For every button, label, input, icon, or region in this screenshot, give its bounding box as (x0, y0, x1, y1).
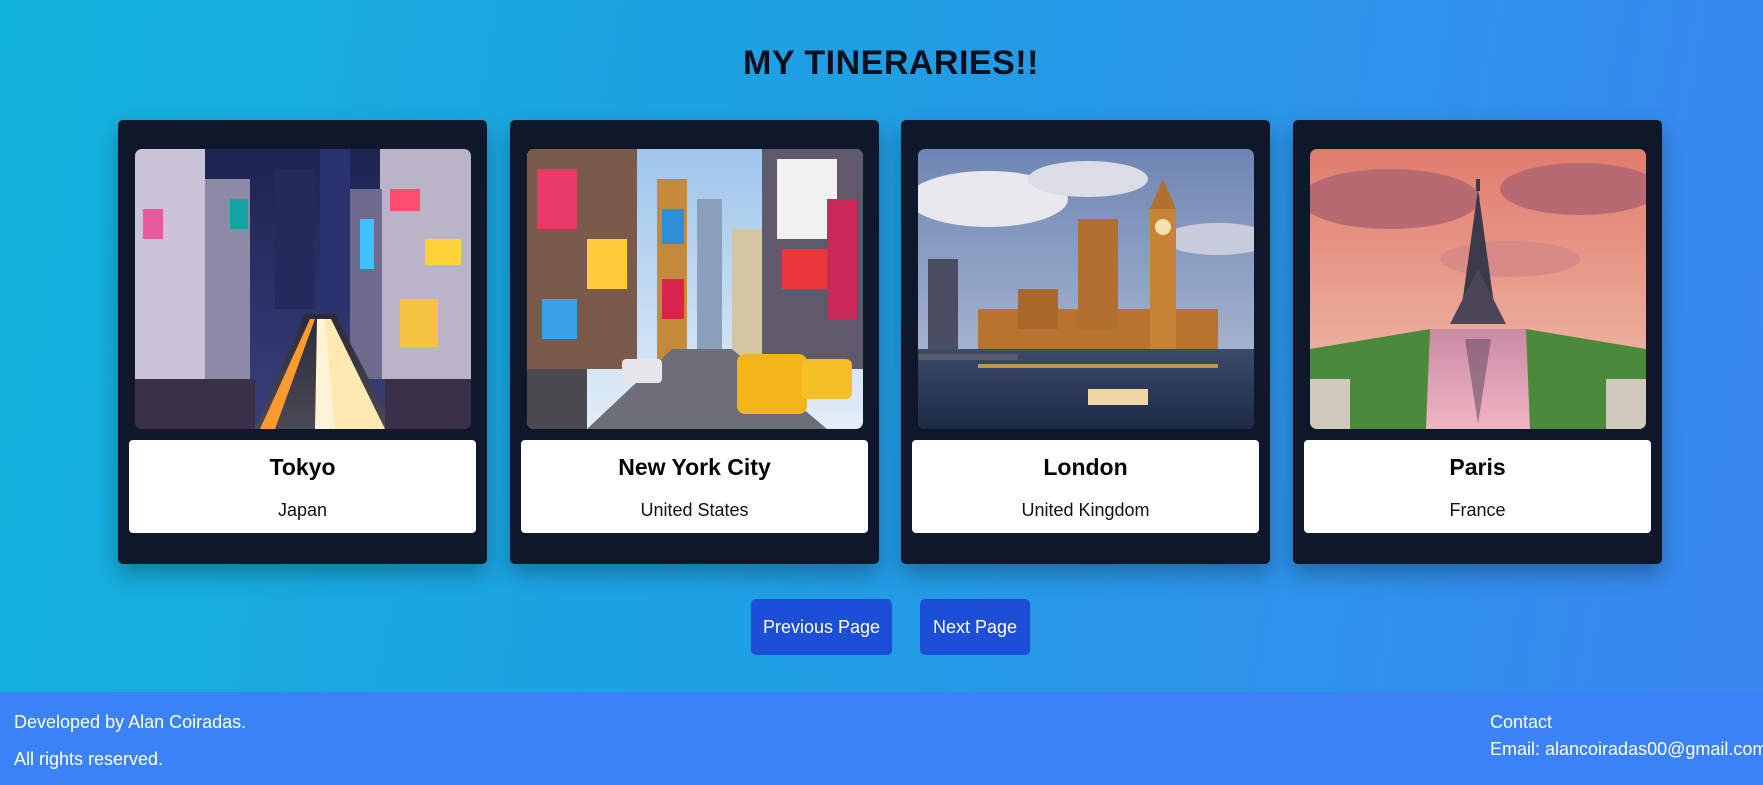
previous-page-button[interactable]: Previous Page (751, 599, 892, 655)
itinerary-card-tokyo[interactable]: Tokyo Japan (118, 120, 487, 564)
footer-contact-title: Contact (1490, 712, 1553, 732)
card-city: New York City (618, 454, 771, 480)
main-section: MY TINERARIES!! Tokyo Japan New York Cit… (0, 0, 1763, 692)
card-city: Tokyo (269, 454, 336, 480)
card-info-paris: Paris France (1304, 440, 1651, 533)
card-image-london (918, 149, 1254, 429)
card-info-new-york-city: New York City United States (521, 440, 868, 533)
card-city: London (1043, 454, 1128, 480)
footer-rights: All rights reserved. (14, 749, 164, 769)
card-country: Japan (277, 500, 328, 520)
next-page-button[interactable]: Next Page (920, 599, 1030, 655)
card-image-new-york-city (527, 149, 863, 429)
footer: Developed by Alan Coiradas. All rights r… (0, 692, 1763, 785)
itinerary-card-london[interactable]: London United Kingdom (901, 120, 1270, 564)
itinerary-card-new-york-city[interactable]: New York City United States (510, 120, 879, 564)
card-image-tokyo (135, 149, 471, 429)
card-info-tokyo: Tokyo Japan (129, 440, 476, 533)
card-country: France (1449, 500, 1506, 520)
card-city: Paris (1449, 454, 1506, 480)
page-title: MY TINERARIES!! (743, 44, 1039, 82)
footer-developer: Developed by Alan Coiradas. (14, 712, 247, 732)
card-country: United States (640, 500, 749, 520)
footer-contact-email[interactable]: Email: alancoiradas00@gmail.com (1490, 739, 1763, 760)
itinerary-card-paris[interactable]: Paris France (1293, 120, 1662, 564)
card-country: United Kingdom (1021, 500, 1150, 520)
card-image-paris (1310, 149, 1646, 429)
card-info-london: London United Kingdom (912, 440, 1259, 533)
